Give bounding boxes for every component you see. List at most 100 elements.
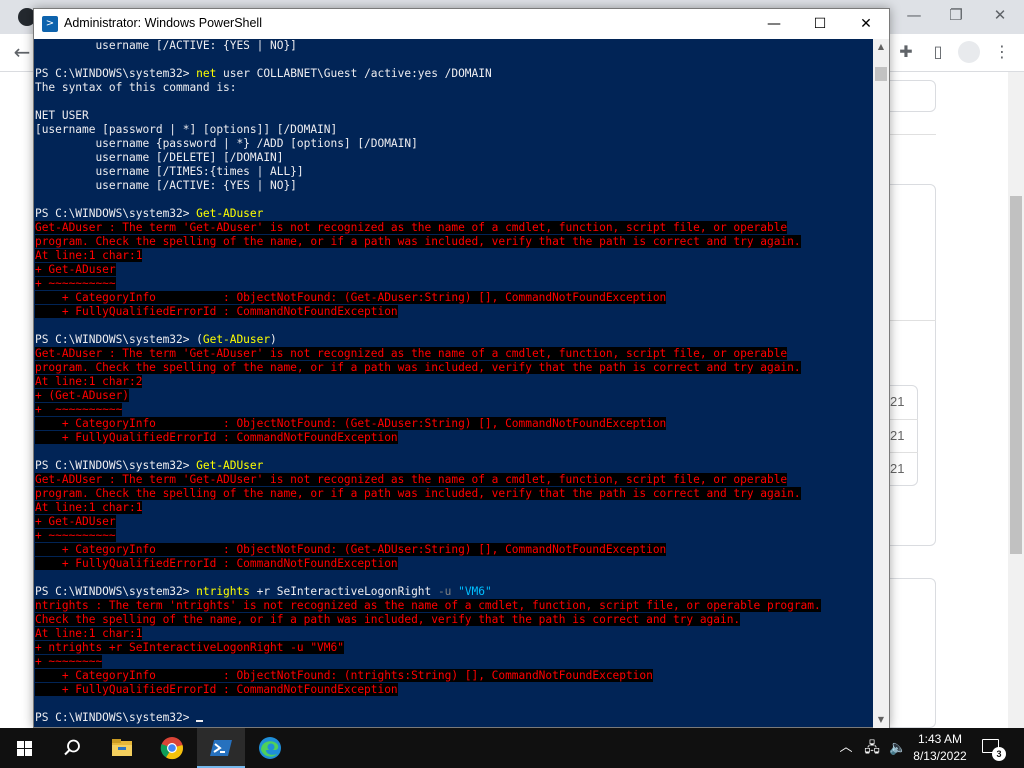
error-text: At line:1 char:1	[35, 501, 143, 514]
error-text: + ~~~~~~~~~~	[35, 403, 123, 416]
side-panel-icon[interactable]: ▯	[928, 42, 948, 62]
error-text: At line:1 char:1	[35, 249, 143, 262]
console-line: The syntax of this command is:	[35, 81, 873, 95]
minimize-button[interactable]: —	[751, 9, 797, 39]
browser-close-button[interactable]: ✕	[986, 4, 1014, 26]
close-button[interactable]: ✕	[843, 9, 889, 39]
error-text: ntrights : The term 'ntrights' is not re…	[35, 599, 821, 612]
console-line: At line:1 char:1	[35, 249, 873, 263]
console-line: NET USER	[35, 109, 873, 123]
console-line: username {password | *} /ADD [options] […	[35, 137, 873, 151]
maximize-button[interactable]: ☐	[797, 9, 843, 39]
console-line: At line:1 char:2	[35, 375, 873, 389]
console-line: + ~~~~~~~~~~	[35, 529, 873, 543]
console-line: PS C:\WINDOWS\system32> ntrights +r SeIn…	[35, 585, 873, 599]
clock-date: 8/13/2022	[913, 749, 967, 763]
chevron-up-icon[interactable]: ︿	[836, 728, 856, 768]
notification-icon[interactable]: 3	[980, 737, 1006, 761]
scroll-thumb[interactable]	[875, 67, 887, 81]
clock[interactable]: 1:43 AM 8/13/2022	[908, 731, 972, 765]
powershell-taskbar-icon[interactable]	[197, 728, 245, 768]
console-line: Get-ADuser : The term 'Get-ADuser' is no…	[35, 221, 873, 235]
page-divider	[890, 320, 936, 321]
console-line: + ~~~~~~~~	[35, 655, 873, 669]
taskbar: ︿ 🖧 🔈 1:43 AM 8/13/2022 3	[0, 728, 1024, 768]
browser-restore-button[interactable]: ❐	[942, 4, 970, 26]
console-text: username [/ACTIVE: {YES | NO}]	[35, 39, 297, 52]
powershell-window[interactable]: > Administrator: Windows PowerShell — ☐ …	[33, 8, 890, 728]
console-line: Check the spelling of the name, or if a …	[35, 613, 873, 627]
powershell-titlebar[interactable]: > Administrator: Windows PowerShell — ☐ …	[34, 9, 889, 39]
error-text: program. Check the spelling of the name,…	[35, 361, 801, 374]
console-line: username [/ACTIVE: {YES | NO}]	[35, 179, 873, 193]
error-text: + ~~~~~~~~~~	[35, 529, 116, 542]
file-explorer-icon[interactable]	[98, 728, 146, 768]
console-text: The syntax of this command is:	[35, 81, 237, 94]
kebab-menu-icon[interactable]: ⋮	[992, 42, 1012, 62]
browser-scroll-thumb[interactable]	[1010, 196, 1022, 554]
browser-minimize-button[interactable]: —	[900, 4, 928, 26]
error-text: program. Check the spelling of the name,…	[35, 487, 801, 500]
console-line: username [/DELETE] [/DOMAIN]	[35, 151, 873, 165]
console-line: + FullyQualifiedErrorId : CommandNotFoun…	[35, 557, 873, 571]
command-text: Get-ADuser	[202, 333, 271, 346]
error-text: + Get-ADuser	[35, 263, 116, 276]
powershell-icon: >	[42, 16, 58, 32]
search-icon[interactable]	[48, 728, 96, 768]
console-text: username [/DELETE] [/DOMAIN]	[35, 151, 284, 164]
edge-icon[interactable]	[246, 728, 294, 768]
command-text: net	[196, 67, 217, 80]
console-text: +r SeInteractiveLogonRight	[249, 585, 438, 598]
window-title: Administrator: Windows PowerShell	[64, 16, 262, 30]
command-text: Get-ADuser	[196, 207, 264, 220]
console-output[interactable]: username [/ACTIVE: {YES | NO}] PS C:\WIND…	[34, 39, 873, 728]
error-text: + Get-ADUser	[35, 515, 116, 528]
profile-icon[interactable]	[958, 41, 980, 63]
console-line: program. Check the spelling of the name,…	[35, 361, 873, 375]
puzzle-icon[interactable]: ✚	[896, 42, 916, 62]
volume-icon[interactable]: 🔈	[888, 728, 908, 768]
error-text: + CategoryInfo : ObjectNotFound: (Get-AD…	[35, 417, 667, 430]
command-text: Get-ADUser	[196, 459, 264, 472]
error-text: Check the spelling of the name, or if a …	[35, 613, 741, 626]
console-text: PS C:\WINDOWS\system32> (	[35, 333, 203, 346]
back-arrow-icon[interactable]: ←	[10, 40, 34, 64]
console-line: [username [password | *] [options]] [/DO…	[35, 123, 873, 137]
console-text: username {password | *} /ADD [options] […	[35, 137, 418, 150]
command-text: ntrights	[196, 585, 250, 598]
console-text: username [/TIMES:{times | ALL}]	[35, 165, 304, 178]
start-icon[interactable]	[0, 728, 48, 768]
console-scrollbar[interactable]: ▲ ▼	[873, 39, 889, 728]
console-line: + ~~~~~~~~~~	[35, 277, 873, 291]
network-icon[interactable]: 🖧	[862, 728, 882, 768]
console-line: PS C:\WINDOWS\system32> Get-ADuser	[35, 207, 873, 221]
chrome-icon[interactable]	[148, 728, 196, 768]
console-text: PS C:\WINDOWS\system32>	[35, 207, 197, 220]
console-line: username [/ACTIVE: {YES | NO}]	[35, 39, 873, 53]
error-text: + CategoryInfo : ObjectNotFound: (ntrigh…	[35, 669, 653, 682]
console-text: PS C:\WINDOWS\system32>	[35, 585, 197, 598]
console-text: [username [password | *] [options]] [/DO…	[35, 123, 338, 136]
console-line: Get-ADuser : The term 'Get-ADuser' is no…	[35, 347, 873, 361]
console-line: + Get-ADUser	[35, 515, 873, 529]
error-text: Get-ADUser : The term 'Get-ADUser' is no…	[35, 473, 788, 486]
console-text: username [/ACTIVE: {YES | NO}]	[35, 179, 297, 192]
console-line: At line:1 char:1	[35, 501, 873, 515]
console-line: username [/TIMES:{times | ALL}]	[35, 165, 873, 179]
console-text: -u	[437, 585, 452, 598]
clock-time: 1:43 AM	[917, 732, 963, 746]
error-text: program. Check the spelling of the name,…	[35, 235, 801, 248]
scroll-up-icon[interactable]: ▲	[873, 39, 889, 55]
error-text: + FullyQualifiedErrorId : CommandNotFoun…	[35, 305, 398, 318]
error-text: + ~~~~~~~~~~	[35, 277, 116, 290]
console-line: PS C:\WINDOWS\system32> Get-ADUser	[35, 459, 873, 473]
console-line: + ntrights +r SeInteractiveLogonRight -u…	[35, 641, 873, 655]
console-text: "VM6"	[458, 585, 492, 598]
notification-count: 3	[992, 747, 1006, 761]
scroll-down-icon[interactable]: ▼	[873, 712, 889, 728]
console-line: Get-ADUser : The term 'Get-ADUser' is no…	[35, 473, 873, 487]
